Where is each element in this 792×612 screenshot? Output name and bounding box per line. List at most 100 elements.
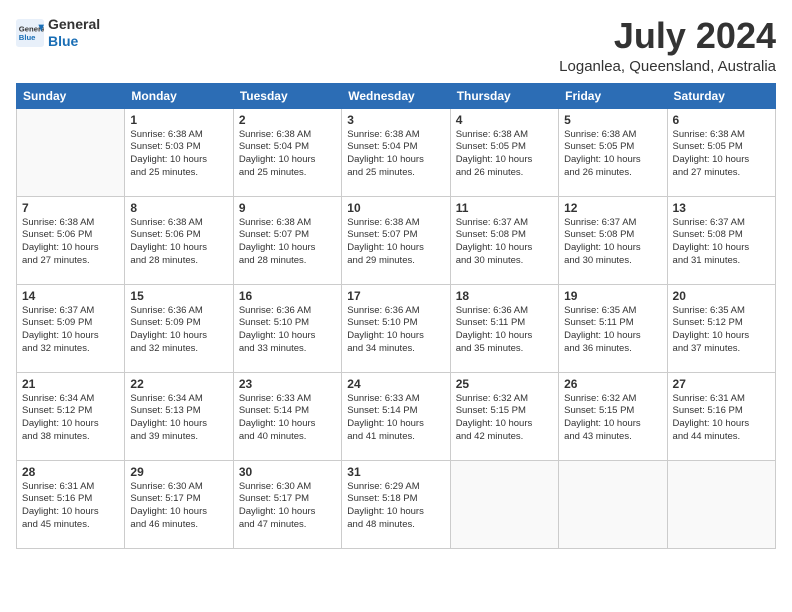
day-info: Sunrise: 6:38 AM Sunset: 5:03 PM Dayligh…	[130, 129, 227, 180]
day-info: Sunrise: 6:33 AM Sunset: 5:14 PM Dayligh…	[347, 393, 444, 444]
calendar-cell: 28 Sunrise: 6:31 AM Sunset: 5:16 PM Dayli…	[17, 460, 125, 548]
column-header-tuesday: Tuesday	[233, 83, 341, 108]
calendar-cell: 10Sunrise: 6:38 AM Sunset: 5:07 PM Dayli…	[342, 196, 450, 284]
logo-icon: General Blue	[16, 19, 44, 47]
calendar-cell: 25Sunrise: 6:32 AM Sunset: 5:15 PM Dayli…	[450, 372, 558, 460]
calendar-cell	[559, 460, 667, 548]
day-number: 10	[347, 201, 444, 215]
day-info: Sunrise: 6:37 AM Sunset: 5:08 PM Dayligh…	[456, 217, 553, 268]
day-info: Sunrise: 6:38 AM Sunset: 5:05 PM Dayligh…	[564, 129, 661, 180]
calendar-cell: 4 Sunrise: 6:38 AM Sunset: 5:05 PM Daylig…	[450, 108, 558, 196]
day-info: Sunrise: 6:36 AM Sunset: 5:09 PM Dayligh…	[130, 305, 227, 356]
day-info: Sunrise: 6:37 AM Sunset: 5:08 PM Dayligh…	[564, 217, 661, 268]
calendar-cell: 23 Sunrise: 6:33 AM Sunset: 5:14 PM Dayli…	[233, 372, 341, 460]
day-info: Sunrise: 6:38 AM Sunset: 5:06 PM Dayligh…	[130, 217, 227, 268]
day-number: 5	[564, 113, 661, 127]
day-number: 6	[673, 113, 770, 127]
calendar-week-row: 21 Sunrise: 6:34 AM Sunset: 5:12 PM Dayli…	[17, 372, 776, 460]
calendar-cell: 18 Sunrise: 6:36 AM Sunset: 5:11 PM Dayli…	[450, 284, 558, 372]
calendar-week-row: 14Sunrise: 6:37 AM Sunset: 5:09 PM Dayli…	[17, 284, 776, 372]
day-number: 18	[456, 289, 553, 303]
calendar-cell: 8Sunrise: 6:38 AM Sunset: 5:06 PM Daylig…	[125, 196, 233, 284]
calendar-cell	[450, 460, 558, 548]
day-info: Sunrise: 6:30 AM Sunset: 5:17 PM Dayligh…	[130, 481, 227, 532]
day-number: 22	[130, 377, 227, 391]
day-number: 9	[239, 201, 336, 215]
day-number: 16	[239, 289, 336, 303]
page-header: General Blue General Blue July 2024 Loga…	[16, 16, 776, 75]
calendar-cell: 7 Sunrise: 6:38 AM Sunset: 5:06 PM Daylig…	[17, 196, 125, 284]
day-info: Sunrise: 6:35 AM Sunset: 5:12 PM Dayligh…	[673, 305, 770, 356]
calendar-cell: 14Sunrise: 6:37 AM Sunset: 5:09 PM Dayli…	[17, 284, 125, 372]
calendar-cell: 22 Sunrise: 6:34 AM Sunset: 5:13 PM Dayli…	[125, 372, 233, 460]
day-number: 21	[22, 377, 119, 391]
day-info: Sunrise: 6:38 AM Sunset: 5:07 PM Dayligh…	[239, 217, 336, 268]
day-number: 17	[347, 289, 444, 303]
day-number: 12	[564, 201, 661, 215]
day-number: 30	[239, 465, 336, 479]
calendar-table: SundayMondayTuesdayWednesdayThursdayFrid…	[16, 83, 776, 549]
day-number: 29	[130, 465, 227, 479]
day-number: 7	[22, 201, 119, 215]
day-info: Sunrise: 6:38 AM Sunset: 5:04 PM Dayligh…	[347, 129, 444, 180]
day-number: 26	[564, 377, 661, 391]
calendar-week-row: 1 Sunrise: 6:38 AM Sunset: 5:03 PM Daylig…	[17, 108, 776, 196]
calendar-cell	[667, 460, 775, 548]
day-info: Sunrise: 6:36 AM Sunset: 5:10 PM Dayligh…	[347, 305, 444, 356]
calendar-cell: 11 Sunrise: 6:37 AM Sunset: 5:08 PM Dayli…	[450, 196, 558, 284]
day-number: 24	[347, 377, 444, 391]
day-number: 28	[22, 465, 119, 479]
day-number: 1	[130, 113, 227, 127]
calendar-cell: 26 Sunrise: 6:32 AM Sunset: 5:15 PM Dayli…	[559, 372, 667, 460]
day-info: Sunrise: 6:38 AM Sunset: 5:05 PM Dayligh…	[456, 129, 553, 180]
day-info: Sunrise: 6:32 AM Sunset: 5:15 PM Dayligh…	[456, 393, 553, 444]
day-info: Sunrise: 6:37 AM Sunset: 5:08 PM Dayligh…	[673, 217, 770, 268]
day-number: 19	[564, 289, 661, 303]
day-info: Sunrise: 6:38 AM Sunset: 5:06 PM Dayligh…	[22, 217, 119, 268]
calendar-cell: 1 Sunrise: 6:38 AM Sunset: 5:03 PM Daylig…	[125, 108, 233, 196]
logo-text: General Blue	[48, 16, 100, 50]
calendar-cell: 9 Sunrise: 6:38 AM Sunset: 5:07 PM Daylig…	[233, 196, 341, 284]
day-number: 27	[673, 377, 770, 391]
day-info: Sunrise: 6:31 AM Sunset: 5:16 PM Dayligh…	[673, 393, 770, 444]
day-number: 4	[456, 113, 553, 127]
calendar-cell: 16Sunrise: 6:36 AM Sunset: 5:10 PM Dayli…	[233, 284, 341, 372]
day-number: 15	[130, 289, 227, 303]
column-header-sunday: Sunday	[17, 83, 125, 108]
day-number: 13	[673, 201, 770, 215]
day-info: Sunrise: 6:30 AM Sunset: 5:17 PM Dayligh…	[239, 481, 336, 532]
calendar-cell	[17, 108, 125, 196]
calendar-cell: 15 Sunrise: 6:36 AM Sunset: 5:09 PM Dayli…	[125, 284, 233, 372]
day-number: 2	[239, 113, 336, 127]
calendar-cell: 6 Sunrise: 6:38 AM Sunset: 5:05 PM Daylig…	[667, 108, 775, 196]
day-info: Sunrise: 6:34 AM Sunset: 5:12 PM Dayligh…	[22, 393, 119, 444]
day-number: 31	[347, 465, 444, 479]
day-number: 20	[673, 289, 770, 303]
column-header-friday: Friday	[559, 83, 667, 108]
logo: General Blue General Blue	[16, 16, 100, 50]
calendar-cell: 3 Sunrise: 6:38 AM Sunset: 5:04 PM Daylig…	[342, 108, 450, 196]
calendar-cell: 12 Sunrise: 6:37 AM Sunset: 5:08 PM Dayli…	[559, 196, 667, 284]
day-info: Sunrise: 6:31 AM Sunset: 5:16 PM Dayligh…	[22, 481, 119, 532]
day-number: 3	[347, 113, 444, 127]
column-header-wednesday: Wednesday	[342, 83, 450, 108]
calendar-cell: 13 Sunrise: 6:37 AM Sunset: 5:08 PM Dayli…	[667, 196, 775, 284]
day-info: Sunrise: 6:38 AM Sunset: 5:05 PM Dayligh…	[673, 129, 770, 180]
month-year-title: July 2024	[559, 16, 776, 56]
day-info: Sunrise: 6:36 AM Sunset: 5:11 PM Dayligh…	[456, 305, 553, 356]
day-number: 11	[456, 201, 553, 215]
day-info: Sunrise: 6:33 AM Sunset: 5:14 PM Dayligh…	[239, 393, 336, 444]
svg-text:Blue: Blue	[19, 33, 36, 42]
calendar-week-row: 7 Sunrise: 6:38 AM Sunset: 5:06 PM Daylig…	[17, 196, 776, 284]
day-info: Sunrise: 6:32 AM Sunset: 5:15 PM Dayligh…	[564, 393, 661, 444]
calendar-header-row: SundayMondayTuesdayWednesdayThursdayFrid…	[17, 83, 776, 108]
day-number: 23	[239, 377, 336, 391]
calendar-cell: 29 Sunrise: 6:30 AM Sunset: 5:17 PM Dayli…	[125, 460, 233, 548]
day-info: Sunrise: 6:34 AM Sunset: 5:13 PM Dayligh…	[130, 393, 227, 444]
column-header-thursday: Thursday	[450, 83, 558, 108]
day-number: 14	[22, 289, 119, 303]
calendar-cell: 19 Sunrise: 6:35 AM Sunset: 5:11 PM Dayli…	[559, 284, 667, 372]
day-info: Sunrise: 6:35 AM Sunset: 5:11 PM Dayligh…	[564, 305, 661, 356]
location-subtitle: Loganlea, Queensland, Australia	[559, 58, 776, 75]
calendar-cell: 30 Sunrise: 6:30 AM Sunset: 5:17 PM Dayli…	[233, 460, 341, 548]
